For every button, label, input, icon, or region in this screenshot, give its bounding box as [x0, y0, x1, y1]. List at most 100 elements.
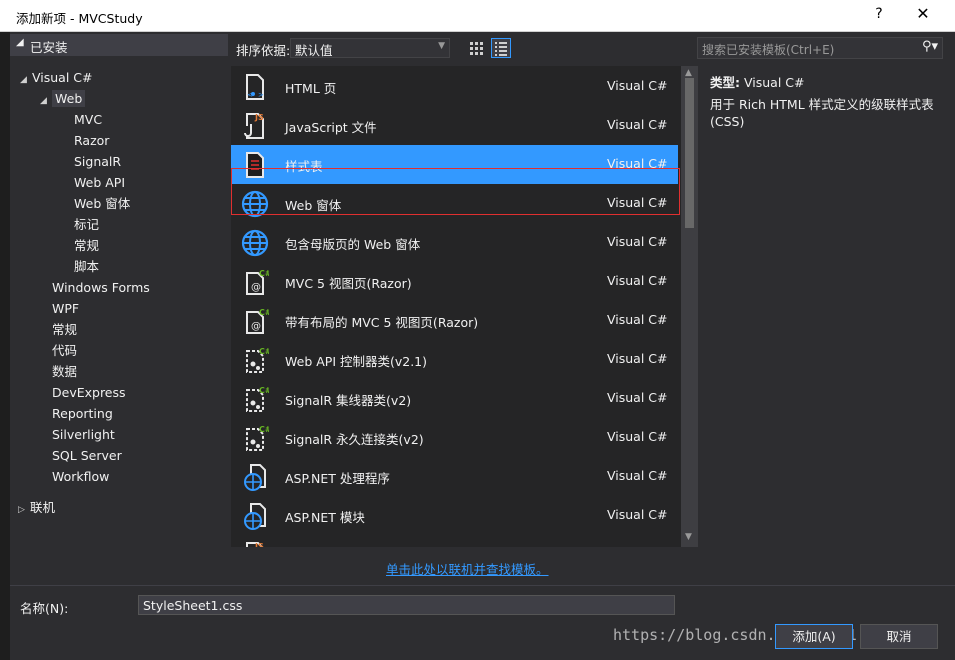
tree-item[interactable]: Web 窗体 — [62, 194, 130, 214]
name-field[interactable] — [138, 595, 675, 615]
template-row-partial[interactable]: JS — [231, 535, 678, 547]
tree-item[interactable]: Silverlight — [40, 425, 115, 445]
tree-item-label: Reporting — [52, 406, 113, 421]
svg-text:<: < — [247, 91, 253, 99]
template-name: Web API 控制器类(v2.1) — [285, 354, 428, 369]
template-row[interactable]: ASP.NET 模块 Visual C# — [231, 496, 678, 535]
expand-arrow-icon[interactable]: ◢ — [20, 70, 32, 90]
sort-toolbar: 排序依据: 默认值 ▼ — [236, 36, 698, 58]
template-name: ASP.NET 处理程序 — [285, 471, 390, 486]
tree-item[interactable]: 数据 — [40, 362, 77, 382]
template-language: Visual C# — [607, 390, 668, 405]
tree-item[interactable]: MVC — [62, 110, 102, 130]
list-view-button[interactable] — [491, 38, 511, 58]
tree-item-label: Web 窗体 — [74, 196, 131, 211]
scroll-thumb[interactable] — [685, 78, 694, 228]
search-icon[interactable]: ⚲▾ — [922, 39, 938, 54]
template-language: Visual C# — [607, 156, 668, 171]
template-name: SignalR 集线器类(v2) — [285, 393, 412, 408]
template-language: Visual C# — [607, 429, 668, 444]
svg-text:C#: C# — [259, 308, 269, 317]
template-language: Visual C# — [607, 468, 668, 483]
title-bar: 添加新项 - MVCStudy ? ✕ — [0, 0, 955, 32]
chevron-down-icon: ▼ — [438, 41, 445, 51]
installed-label: 已安装 — [30, 40, 68, 55]
tree-item[interactable]: WPF — [40, 299, 79, 319]
expand-arrow-icon[interactable]: ◢ — [40, 91, 52, 111]
grid-view-button[interactable] — [466, 38, 486, 58]
tree-item-label: SQL Server — [52, 448, 122, 463]
template-name: 样式表 — [285, 159, 323, 174]
find-online-link[interactable]: 单击此处以联机并查找模板。 — [386, 559, 549, 578]
list-scrollbar[interactable]: ▲ ▼ — [681, 66, 698, 547]
scroll-down-icon[interactable]: ▼ — [685, 532, 692, 542]
tree-item[interactable]: 代码 — [40, 341, 77, 361]
template-language: Visual C# — [607, 117, 668, 132]
tree-item-label: Razor — [74, 133, 110, 148]
name-area: 名称(N): https://blog.csdn.net/qq_21..15 添… — [10, 585, 955, 660]
tree-item[interactable]: Workflow — [40, 467, 109, 487]
template-row[interactable]: 包含母版页的 Web 窗体 Visual C# — [231, 223, 678, 262]
template-row[interactable]: ASP.NET 处理程序 Visual C# — [231, 457, 678, 496]
template-row[interactable]: @ C# MVC 5 视图页(Razor) Visual C# — [231, 262, 678, 301]
cancel-button[interactable]: 取消 — [860, 624, 938, 649]
tree-item[interactable]: 常规 — [62, 236, 99, 256]
add-button[interactable]: 添加(A) — [775, 624, 853, 649]
tree-item-label: 标记 — [74, 217, 100, 232]
tree-item-online[interactable]: ▷ 联机 — [18, 498, 55, 518]
template-row[interactable]: < > HTML 页 Visual C# — [231, 67, 678, 106]
tree-item-label: 常规 — [52, 322, 78, 337]
template-row[interactable]: 样式表 Visual C# — [231, 145, 678, 184]
svg-text:@: @ — [251, 282, 261, 293]
tree-item[interactable]: 标记 — [62, 215, 99, 235]
tree-item[interactable]: Windows Forms — [40, 278, 150, 298]
template-language: Visual C# — [607, 78, 668, 93]
template-row[interactable]: @ C# 带有布局的 MVC 5 视图页(Razor) Visual C# — [231, 301, 678, 340]
template-row[interactable]: JS JavaScript 文件 Visual C# — [231, 106, 678, 145]
template-language: Visual C# — [607, 234, 668, 249]
sort-value: 默认值 — [295, 43, 333, 58]
razor-view-icon: @ C# — [241, 307, 272, 335]
expand-arrow-icon[interactable]: ▷ — [18, 500, 30, 520]
tree-item[interactable]: DevExpress — [40, 383, 126, 403]
search-box[interactable]: 搜索已安装模板(Ctrl+E) ⚲▾ — [697, 37, 943, 59]
tree-item[interactable]: Web API — [62, 173, 125, 193]
search-input[interactable]: 搜索已安装模板(Ctrl+E) — [702, 41, 834, 58]
sort-dropdown[interactable]: 默认值 ▼ — [290, 38, 450, 58]
tree-item[interactable]: ◢ Visual C# — [20, 68, 93, 88]
type-value: Visual C# — [743, 75, 805, 90]
help-button[interactable]: ? — [868, 6, 890, 26]
type-line: 类型: Visual C# — [710, 72, 804, 91]
svg-text:C#: C# — [259, 425, 269, 434]
tree-item-label: Workflow — [52, 469, 110, 484]
tree-item-label: Visual C# — [32, 70, 93, 85]
tree-item[interactable]: Razor — [62, 131, 109, 151]
template-row[interactable]: Web 窗体 Visual C# — [231, 184, 678, 223]
tree-item[interactable]: SignalR — [62, 152, 121, 172]
type-label: 类型: — [710, 75, 740, 90]
template-row[interactable]: C# SignalR 集线器类(v2) Visual C# — [231, 379, 678, 418]
globe-file-icon — [241, 463, 269, 491]
close-button[interactable]: ✕ — [910, 4, 936, 26]
name-label: 名称(N): — [20, 601, 69, 616]
svg-text:JS: JS — [254, 542, 264, 547]
window-title: 添加新项 - MVCStudy — [16, 11, 143, 26]
category-pane: ◢ 已安装 ◢ Visual C# ◢ Web MVC Razor SignalR Web A… — [10, 32, 228, 547]
tree-item[interactable]: 常规 — [40, 320, 77, 340]
template-name: ASP.NET 模块 — [285, 510, 365, 525]
tree-item[interactable]: ◢ Web — [40, 89, 86, 111]
template-name: 包含母版页的 Web 窗体 — [285, 237, 421, 252]
description-text: 用于 Rich HTML 样式定义的级联样式表(CSS) — [710, 97, 934, 129]
template-language: Visual C# — [607, 195, 668, 210]
tree-item-label: Web — [52, 90, 86, 107]
template-row[interactable]: C# Web API 控制器类(v2.1) Visual C# — [231, 340, 678, 379]
tree-item-label: Silverlight — [52, 427, 115, 442]
tree-item[interactable]: 脚本 — [62, 257, 99, 277]
tree-item[interactable]: SQL Server — [40, 446, 122, 466]
tree-item-label: 代码 — [52, 343, 78, 358]
scroll-up-icon[interactable]: ▲ — [685, 68, 692, 78]
template-language: Visual C# — [607, 351, 668, 366]
tree-item[interactable]: Reporting — [40, 404, 113, 424]
template-row[interactable]: C# SignalR 永久连接类(v2) Visual C# — [231, 418, 678, 457]
installed-header[interactable]: ◢ 已安装 — [10, 34, 228, 56]
